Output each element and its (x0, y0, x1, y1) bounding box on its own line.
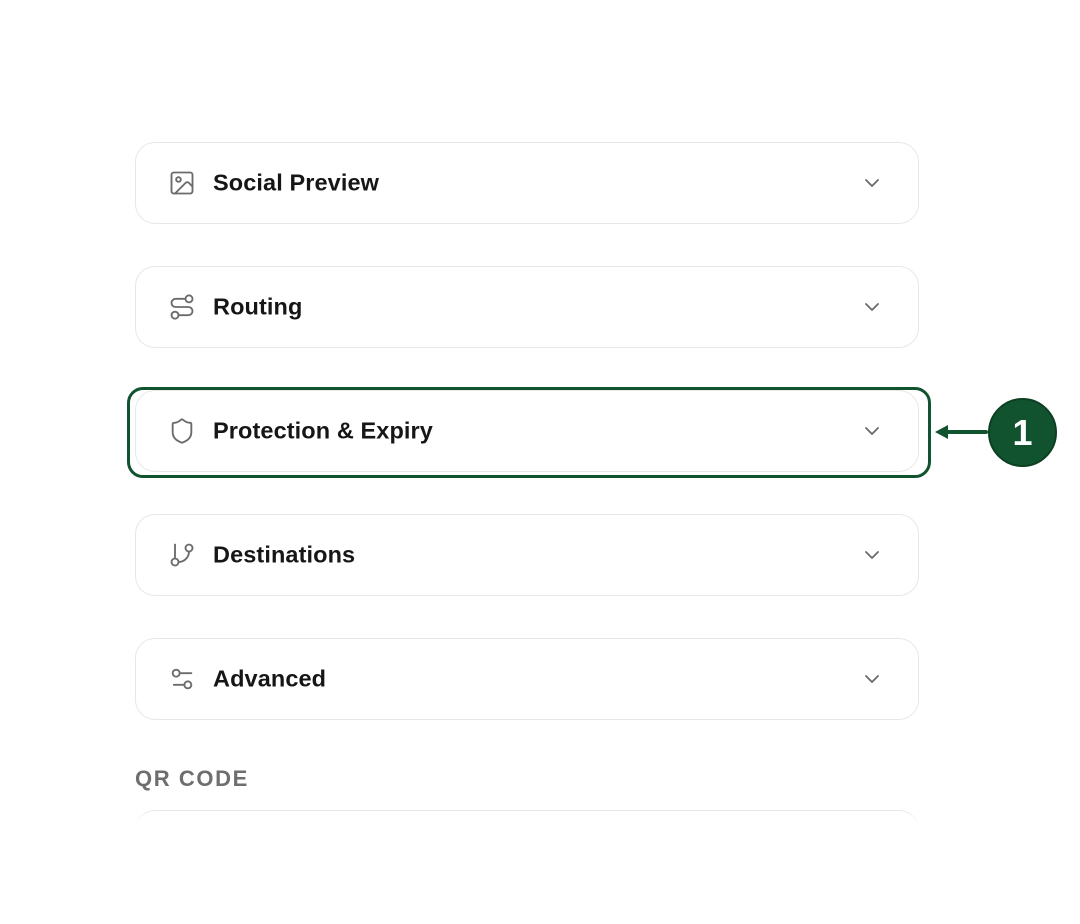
accordion-label: Social Preview (213, 169, 379, 196)
accordion-label: Advanced (213, 665, 327, 692)
qr-code-card (135, 810, 919, 840)
chevron-down-icon[interactable] (860, 171, 884, 195)
accordion-label: Destinations (213, 541, 356, 568)
accordion-label: Routing (213, 293, 303, 320)
sliders-icon (168, 665, 196, 693)
callout-number-badge: 1 (988, 398, 1057, 467)
accordion-social-preview[interactable]: Social Preview (135, 142, 919, 224)
chevron-down-icon[interactable] (860, 543, 884, 567)
qr-code-heading: QR CODE (135, 766, 249, 791)
shield-icon (168, 417, 196, 445)
chevron-down-icon[interactable] (860, 667, 884, 691)
accordion-destinations[interactable]: Destinations (135, 514, 919, 596)
callout-arrow-icon (935, 425, 988, 439)
accordion-routing[interactable]: Routing (135, 266, 919, 348)
route-icon (168, 293, 196, 321)
git-branch-icon (168, 541, 196, 569)
accordion-protection-expiry[interactable]: Protection & Expiry (135, 390, 919, 472)
image-icon (168, 169, 196, 197)
chevron-down-icon[interactable] (860, 295, 884, 319)
accordion-label: Protection & Expiry (213, 417, 433, 444)
chevron-down-icon[interactable] (860, 419, 884, 443)
accordion-advanced[interactable]: Advanced (135, 638, 919, 720)
